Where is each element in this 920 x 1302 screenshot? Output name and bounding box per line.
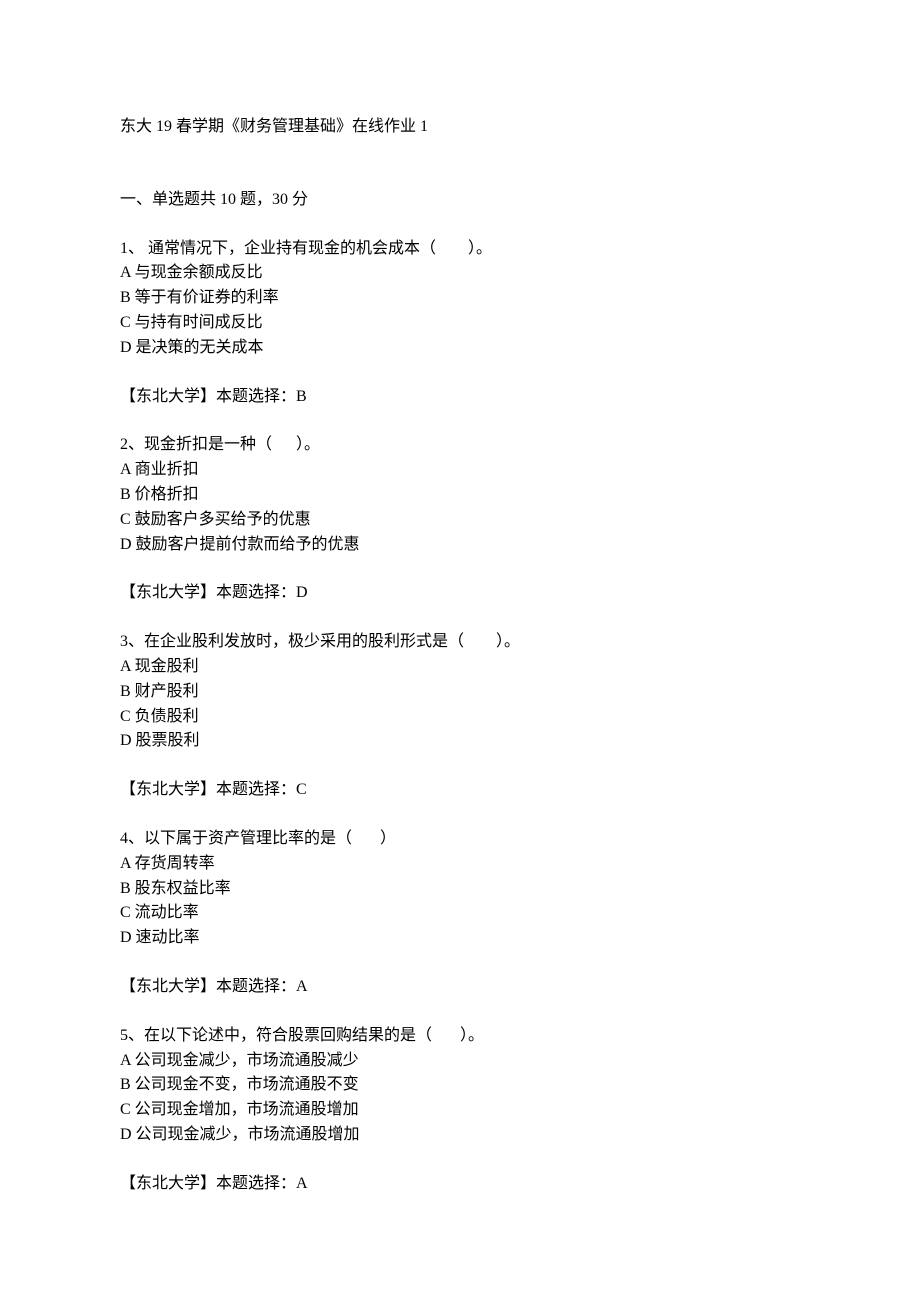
- question-answer: 【东北大学】本题选择：A: [120, 975, 800, 1000]
- question-block: 3、在企业股利发放时，极少采用的股利形式是（ ）。 A 现金股利 B 财产股利 …: [120, 630, 800, 754]
- question-option: B 财产股利: [120, 680, 800, 705]
- document-page: 东大 19 春学期《财务管理基础》在线作业 1 一、单选题共 10 题，30 分…: [0, 0, 920, 1302]
- question-option: B 等于有价证券的利率: [120, 286, 800, 311]
- question-answer: 【东北大学】本题选择：D: [120, 581, 800, 606]
- question-option: A 商业折扣: [120, 458, 800, 483]
- question-option: D 速动比率: [120, 926, 800, 951]
- question-block: 2、现金折扣是一种（ ）。 A 商业折扣 B 价格折扣 C 鼓励客户多买给予的优…: [120, 433, 800, 557]
- question-stem: 4、以下属于资产管理比率的是（ ）: [120, 827, 800, 852]
- question-option: C 流动比率: [120, 901, 800, 926]
- section-header: 一、单选题共 10 题，30 分: [120, 188, 800, 213]
- question-option: C 鼓励客户多买给予的优惠: [120, 508, 800, 533]
- question-option: A 现金股利: [120, 655, 800, 680]
- question-stem: 3、在企业股利发放时，极少采用的股利形式是（ ）。: [120, 630, 800, 655]
- question-block: 1、 通常情况下，企业持有现金的机会成本（ ）。 A 与现金余额成反比 B 等于…: [120, 237, 800, 361]
- question-option: C 与持有时间成反比: [120, 311, 800, 336]
- question-option: A 存货周转率: [120, 852, 800, 877]
- question-option: B 股东权益比率: [120, 877, 800, 902]
- question-stem: 5、在以下论述中，符合股票回购结果的是（ ）。: [120, 1024, 800, 1049]
- question-answer: 【东北大学】本题选择：C: [120, 778, 800, 803]
- question-option: D 鼓励客户提前付款而给予的优惠: [120, 533, 800, 558]
- question-answer: 【东北大学】本题选择：B: [120, 385, 800, 410]
- document-title: 东大 19 春学期《财务管理基础》在线作业 1: [120, 115, 800, 140]
- question-stem: 2、现金折扣是一种（ ）。: [120, 433, 800, 458]
- question-answer: 【东北大学】本题选择：A: [120, 1172, 800, 1197]
- question-option: A 与现金余额成反比: [120, 261, 800, 286]
- question-block: 5、在以下论述中，符合股票回购结果的是（ ）。 A 公司现金减少，市场流通股减少…: [120, 1024, 800, 1148]
- question-stem: 1、 通常情况下，企业持有现金的机会成本（ ）。: [120, 237, 800, 262]
- question-option: A 公司现金减少，市场流通股减少: [120, 1049, 800, 1074]
- question-option: D 股票股利: [120, 729, 800, 754]
- question-option: D 是决策的无关成本: [120, 336, 800, 361]
- question-option: B 公司现金不变，市场流通股不变: [120, 1073, 800, 1098]
- question-option: D 公司现金减少，市场流通股增加: [120, 1123, 800, 1148]
- question-option: C 公司现金增加，市场流通股增加: [120, 1098, 800, 1123]
- question-option: C 负债股利: [120, 705, 800, 730]
- question-option: B 价格折扣: [120, 483, 800, 508]
- question-block: 4、以下属于资产管理比率的是（ ） A 存货周转率 B 股东权益比率 C 流动比…: [120, 827, 800, 951]
